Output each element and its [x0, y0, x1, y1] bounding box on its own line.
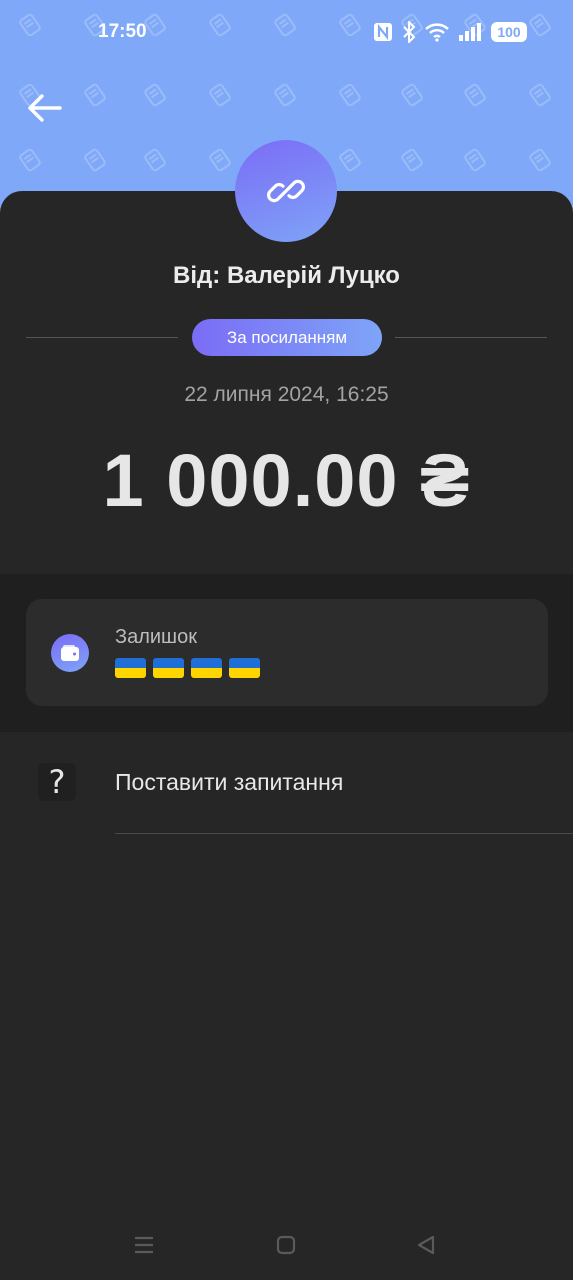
coin-stack-icon	[274, 83, 296, 107]
balance-value	[115, 654, 267, 680]
ukraine-flag-icon	[115, 658, 146, 679]
transaction-datetime: 22 липня 2024, 16:25	[184, 383, 389, 406]
recent-apps-button[interactable]	[131, 1233, 157, 1257]
system-back-button[interactable]	[413, 1233, 439, 1257]
coin-stack-icon	[84, 83, 106, 107]
back-button[interactable]	[22, 88, 66, 128]
coin-stack-icon	[464, 148, 486, 172]
status-time: 17:50	[98, 21, 147, 42]
back-triangle-icon	[417, 1235, 435, 1255]
coin-stack-icon	[19, 148, 41, 172]
divider	[395, 337, 547, 338]
transaction-avatar	[235, 140, 337, 242]
coin-stack-icon	[529, 83, 551, 107]
question-icon: ?	[38, 763, 76, 801]
nfc-icon	[374, 23, 392, 41]
coin-stack-icon	[529, 148, 551, 172]
coin-stack-icon	[401, 83, 423, 107]
ukraine-flag-icon	[153, 658, 184, 679]
ukraine-flag-icon	[229, 658, 260, 679]
status-icons: 100	[373, 20, 527, 44]
bluetooth-icon	[403, 21, 416, 43]
coin-stack-icon	[84, 148, 106, 172]
coin-stack-icon	[209, 148, 231, 172]
divider	[115, 833, 573, 834]
menu-icon	[135, 1236, 153, 1254]
ukraine-flag-icon	[191, 658, 222, 679]
ask-question-label[interactable]: Поставити запитання	[115, 769, 343, 796]
coin-stack-icon	[144, 83, 166, 107]
status-bar: 17:50 100	[0, 0, 573, 64]
transaction-amount: 1 000.00 ₴	[102, 439, 471, 522]
sender-name: Від: Валерій Луцко	[173, 262, 400, 289]
balance-label: Залишок	[115, 626, 197, 648]
coin-stack-icon	[339, 148, 361, 172]
link-icon	[267, 179, 305, 203]
transfer-method-badge: За посиланням	[192, 319, 382, 356]
coin-stack-icon	[339, 83, 361, 107]
divider	[26, 337, 178, 338]
coin-stack-icon	[209, 83, 231, 107]
wallet-icon-badge	[51, 634, 89, 672]
home-icon	[276, 1235, 296, 1255]
balance-card	[26, 599, 548, 706]
home-button[interactable]	[273, 1233, 299, 1257]
signal-icon	[459, 23, 481, 41]
wallet-icon	[61, 645, 79, 661]
wifi-icon	[425, 23, 449, 42]
battery-icon: 100	[491, 22, 527, 42]
coin-stack-icon	[401, 148, 423, 172]
coin-stack-icon	[464, 83, 486, 107]
arrow-left-icon	[28, 94, 62, 122]
coin-stack-icon	[144, 148, 166, 172]
